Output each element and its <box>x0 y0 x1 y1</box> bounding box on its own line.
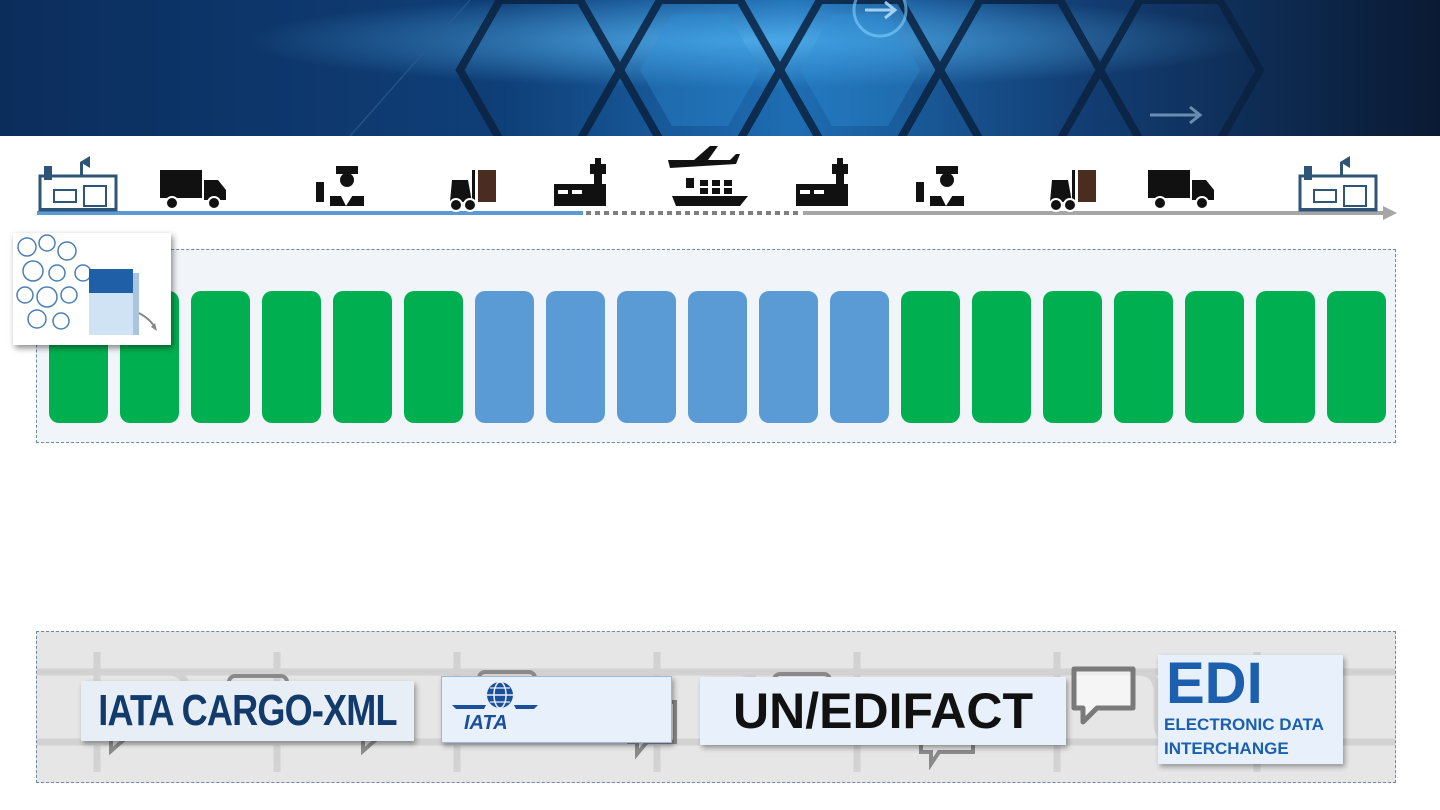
manual-thumbnail[interactable] <box>13 233 171 345</box>
edi-logo: EDI ELECTRONIC DATA INTERCHANGE <box>1158 651 1343 764</box>
edi-subtitle-line2: INTERCHANGE <box>1164 739 1289 758</box>
header-banner <box>0 0 1440 136</box>
message-block-blue <box>759 291 818 423</box>
factory-icon <box>38 156 118 212</box>
message-block-green <box>191 291 250 423</box>
truck-icon <box>1148 170 1214 210</box>
message-block-green <box>972 291 1031 423</box>
message-block-blue <box>688 291 747 423</box>
forklift-icon <box>1049 170 1096 212</box>
un-edifact-text: UN/EDIFACT <box>733 683 1033 739</box>
e-freight-manual-icon <box>16 234 157 335</box>
iata-cargo-xml-logo: IATA CARGO-XML <box>81 681 414 741</box>
forklift-icon <box>449 170 496 212</box>
customs-officer-icon <box>916 166 964 206</box>
message-block-green <box>262 291 321 423</box>
message-block-green <box>1043 291 1102 423</box>
iata-wordmark: IATA <box>464 712 508 734</box>
message-block-green <box>1256 291 1315 423</box>
message-block-blue <box>617 291 676 423</box>
message-block-green <box>404 291 463 423</box>
message-block-green <box>1114 291 1173 423</box>
timeline-arrowhead <box>1383 206 1397 220</box>
message-block-green <box>333 291 392 423</box>
timeline-graphic <box>37 146 1397 220</box>
truck-icon <box>160 170 226 210</box>
message-block-green <box>1327 291 1386 423</box>
iata-cargo-xml-text: IATA CARGO-XML <box>98 686 397 735</box>
iata-logo: IATA <box>441 676 672 743</box>
speech-bubble-icon <box>1071 666 1136 725</box>
un-edifact-logo: UN/EDIFACT <box>700 677 1066 745</box>
airport-icon <box>796 158 848 206</box>
airport-icon <box>554 158 606 206</box>
edi-title: EDI <box>1166 651 1263 716</box>
message-block-green <box>901 291 960 423</box>
message-block-green <box>1185 291 1244 423</box>
message-block-blue <box>546 291 605 423</box>
supply-chain-timeline <box>0 136 1440 236</box>
factory-icon <box>1298 156 1378 212</box>
airplane-ship-icon <box>668 146 748 206</box>
message-block-blue <box>475 291 534 423</box>
message-blocks-panel <box>36 249 1396 443</box>
hexagon-banner-graphic <box>0 0 1440 136</box>
edi-subtitle-line1: ELECTRONIC DATA <box>1164 715 1324 734</box>
messaging-standards-panel: IATA CARGO-XML IATA UN/EDIFACT EDI ELECT… <box>36 631 1396 783</box>
message-block-blue <box>830 291 889 423</box>
customs-officer-icon <box>316 166 364 206</box>
